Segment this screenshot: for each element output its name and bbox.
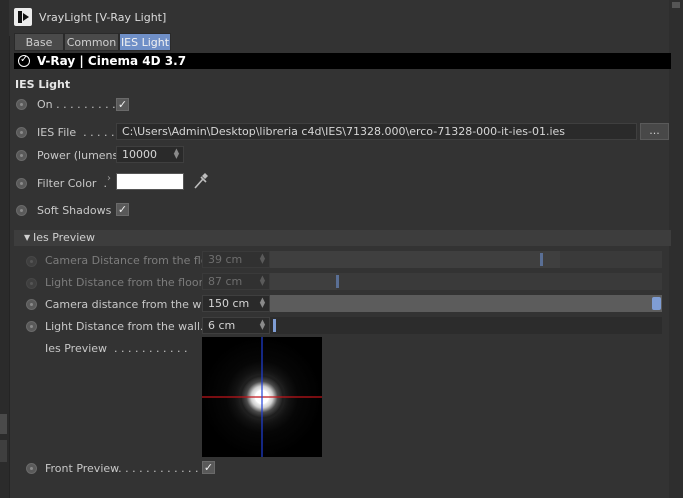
camera-floor-value: 39 cm xyxy=(208,253,243,266)
power-value: 10000 xyxy=(122,148,157,161)
front-preview-checkbox[interactable]: ✓ xyxy=(202,461,215,474)
soft-shadows-label: Soft Shadows xyxy=(37,204,112,217)
vray-header-bar: V-Ray | Cinema 4D 3.7 xyxy=(14,52,671,69)
window-title: VrayLight [V-Ray Light] xyxy=(39,11,167,24)
camera-floor-slider[interactable] xyxy=(270,251,662,268)
camera-wall-field[interactable]: 150 cm ▲ ▼ xyxy=(202,295,270,312)
ies-preview-group-header[interactable]: ▼ Ies Preview xyxy=(14,230,671,246)
ies-preview-image xyxy=(202,337,322,457)
ies-file-browse-button[interactable]: ... xyxy=(640,123,669,140)
tab-ies-light[interactable]: IES Light xyxy=(119,33,171,51)
filter-color-animate-bullet[interactable] xyxy=(16,178,27,189)
light-floor-label: Light Distance from the floor . xyxy=(45,276,211,289)
camera-floor-label: Camera Distance from the floor xyxy=(45,254,219,267)
light-wall-label: Light Distance from the wall. . xyxy=(45,320,211,333)
slider-knob[interactable] xyxy=(273,319,276,332)
camera-floor-stepper-icon[interactable]: ▲ ▼ xyxy=(259,253,266,265)
camera-wall-label: Camera distance from the wall xyxy=(45,298,215,311)
power-animate-bullet[interactable] xyxy=(16,150,27,161)
slider-fill xyxy=(270,295,662,312)
light-wall-stepper-icon[interactable]: ▲ ▼ xyxy=(259,319,266,331)
vray-header-text: V-Ray | Cinema 4D 3.7 xyxy=(37,54,187,68)
soft-shadows-animate-bullet[interactable] xyxy=(16,205,27,216)
camera-floor-animate-bullet[interactable] xyxy=(26,256,37,267)
section-title: IES Light xyxy=(15,78,71,91)
left-panel-tab[interactable] xyxy=(0,440,7,462)
vertical-scrollbar[interactable] xyxy=(669,0,683,498)
slider-fill xyxy=(270,251,561,268)
slider-knob[interactable] xyxy=(336,275,339,288)
slider-knob[interactable] xyxy=(652,297,661,310)
ies-file-path-field[interactable]: C:\Users\Admin\Desktop\libreria c4d\IES\… xyxy=(116,123,637,140)
filter-color-label: Filter Color . xyxy=(37,177,107,190)
front-preview-animate-bullet[interactable] xyxy=(26,463,37,474)
slider-knob[interactable] xyxy=(540,253,543,266)
camera-wall-slider[interactable] xyxy=(270,295,662,312)
ies-file-animate-bullet[interactable] xyxy=(16,127,27,138)
on-animate-bullet[interactable] xyxy=(16,99,27,110)
tab-base[interactable]: Base xyxy=(14,33,64,51)
light-wall-field[interactable]: 6 cm ▲ ▼ xyxy=(202,317,270,334)
light-floor-value: 87 cm xyxy=(208,275,243,288)
power-label: Power (lumens) xyxy=(37,149,123,162)
vray-logo-icon xyxy=(18,52,30,68)
power-field[interactable]: 10000 ▲ ▼ xyxy=(116,146,184,163)
light-wall-animate-bullet[interactable] xyxy=(26,321,37,332)
light-floor-field[interactable]: 87 cm ▲ ▼ xyxy=(202,273,270,290)
on-label: On . . . . . . . . . xyxy=(37,98,116,111)
light-floor-stepper-icon[interactable]: ▲ ▼ xyxy=(259,275,266,287)
camera-floor-field[interactable]: 39 cm ▲ ▼ xyxy=(202,251,270,268)
tab-common[interactable]: Common xyxy=(64,33,119,51)
on-checkbox[interactable]: ✓ xyxy=(116,98,129,111)
eyedropper-icon[interactable] xyxy=(192,171,210,191)
ies-file-label: IES File . . . . . xyxy=(37,126,115,139)
vraylight-icon xyxy=(14,8,32,26)
light-wall-value: 6 cm xyxy=(208,319,236,332)
light-floor-animate-bullet[interactable] xyxy=(26,278,37,289)
camera-wall-animate-bullet[interactable] xyxy=(26,299,37,310)
camera-wall-value: 150 cm xyxy=(208,297,250,310)
front-preview-label: Front Preview. . . . . . . . . . . . xyxy=(45,462,199,475)
soft-shadows-checkbox[interactable]: ✓ xyxy=(116,203,129,216)
chevron-right-icon[interactable]: › xyxy=(107,173,111,184)
filter-color-swatch[interactable] xyxy=(116,173,184,190)
light-wall-slider[interactable] xyxy=(270,317,662,334)
camera-wall-stepper-icon[interactable]: ▲ ▼ xyxy=(259,297,266,309)
power-stepper-icon[interactable]: ▲ ▼ xyxy=(173,148,180,160)
left-panel-tab[interactable] xyxy=(0,414,7,434)
triangle-down-icon: ▼ xyxy=(24,233,31,242)
slider-fill xyxy=(270,273,337,290)
ies-preview-label: Ies Preview . . . . . . . . . . . xyxy=(45,342,188,355)
ies-preview-group-title: Ies Preview xyxy=(33,231,96,244)
scrollbar-thumb[interactable] xyxy=(672,2,680,8)
light-floor-slider[interactable] xyxy=(270,273,662,290)
left-panel-edge xyxy=(0,0,10,498)
